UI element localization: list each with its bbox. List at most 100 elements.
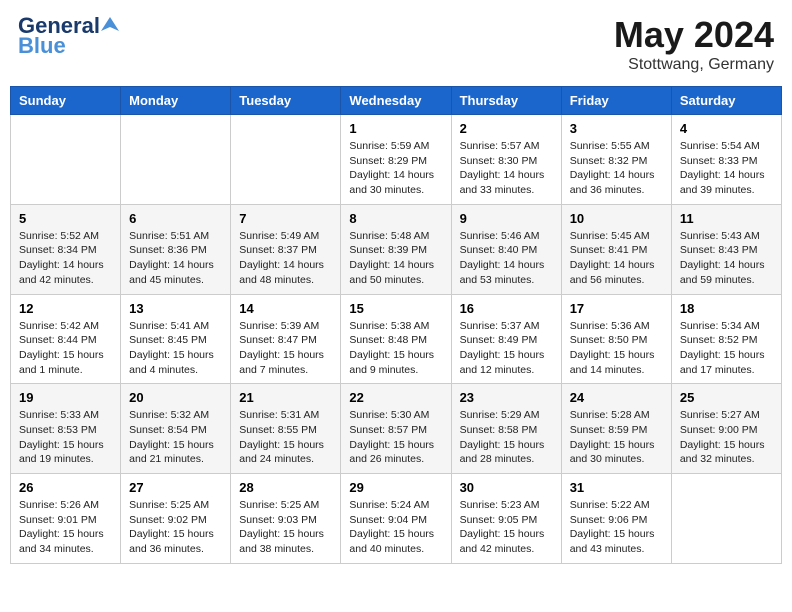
table-row: 7 Sunrise: 5:49 AM Sunset: 8:37 PM Daylig…	[231, 204, 341, 294]
table-row: 21Sunrise: 5:31 AM Sunset: 8:55 PM Dayli…	[231, 384, 341, 474]
table-row: 3 Sunrise: 5:55 AM Sunset: 8:32 PM Daylig…	[561, 115, 671, 205]
day-info: Sunrise: 5:26 AM Sunset: 9:01 PM Dayligh…	[19, 498, 112, 557]
title-block: May 2024 Stottwang, Germany	[614, 14, 774, 74]
day-number: 27	[129, 480, 222, 495]
day-number: 2	[460, 121, 553, 136]
table-row: 20 Sunrise: 5:32 AM Sunset: 8:54 PM Dayli…	[121, 384, 231, 474]
calendar-location: Stottwang, Germany	[614, 56, 774, 74]
day-number: 28	[239, 480, 332, 495]
day-info: Sunrise: 5:33 AM Sunset: 8:53 PM Dayligh…	[19, 408, 112, 467]
day-info: Sunrise: 5:29 AM Sunset: 8:58 PM Dayligh…	[460, 408, 553, 467]
table-row: 19 Sunrise: 5:33 AM Sunset: 8:53 PM Dayli…	[11, 384, 121, 474]
day-info: Sunrise: 5:55 AM Sunset: 8:32 PM Dayligh…	[570, 139, 663, 198]
day-number: 26	[19, 480, 112, 495]
table-row: 25Sunrise: 5:27 AM Sunset: 9:00 PM Dayli…	[671, 384, 781, 474]
calendar-week-row: 19 Sunrise: 5:33 AM Sunset: 8:53 PM Dayli…	[11, 384, 782, 474]
table-row: 2 Sunrise: 5:57 AM Sunset: 8:30 PM Daylig…	[451, 115, 561, 205]
table-row	[11, 115, 121, 205]
table-row: 22Sunrise: 5:30 AM Sunset: 8:57 PM Dayli…	[341, 384, 451, 474]
day-number: 13	[129, 301, 222, 316]
day-number: 3	[570, 121, 663, 136]
table-row: 17 Sunrise: 5:36 AM Sunset: 8:50 PM Dayli…	[561, 294, 671, 384]
table-row: 27Sunrise: 5:25 AM Sunset: 9:02 PM Dayli…	[121, 474, 231, 564]
day-info: Sunrise: 5:22 AM Sunset: 9:06 PM Dayligh…	[570, 498, 663, 557]
table-row: 28 Sunrise: 5:25 AM Sunset: 9:03 PM Dayli…	[231, 474, 341, 564]
day-number: 5	[19, 211, 112, 226]
day-info: Sunrise: 5:32 AM Sunset: 8:54 PM Dayligh…	[129, 408, 222, 467]
calendar-title: May 2024	[614, 14, 774, 56]
day-info: Sunrise: 5:38 AM Sunset: 8:48 PM Dayligh…	[349, 319, 442, 378]
day-number: 18	[680, 301, 773, 316]
header-saturday: Saturday	[671, 87, 781, 115]
day-number: 20	[129, 390, 222, 405]
table-row: 29 Sunrise: 5:24 AM Sunset: 9:04 PM Dayli…	[341, 474, 451, 564]
table-row	[671, 474, 781, 564]
day-info: Sunrise: 5:59 AM Sunset: 8:29 PM Dayligh…	[349, 139, 442, 198]
calendar-week-row: 12 Sunrise: 5:42 AM Sunset: 8:44 PM Dayli…	[11, 294, 782, 384]
table-row: 4Sunrise: 5:54 AM Sunset: 8:33 PM Daylig…	[671, 115, 781, 205]
header-thursday: Thursday	[451, 87, 561, 115]
table-row: 11 Sunrise: 5:43 AM Sunset: 8:43 PM Dayli…	[671, 204, 781, 294]
table-row: 18 Sunrise: 5:34 AM Sunset: 8:52 PM Dayli…	[671, 294, 781, 384]
day-number: 31	[570, 480, 663, 495]
table-row: 13 Sunrise: 5:41 AM Sunset: 8:45 PM Dayli…	[121, 294, 231, 384]
page-header: General Blue May 2024 Stottwang, Germany	[10, 10, 782, 78]
table-row: 16Sunrise: 5:37 AM Sunset: 8:49 PM Dayli…	[451, 294, 561, 384]
header-sunday: Sunday	[11, 87, 121, 115]
day-info: Sunrise: 5:48 AM Sunset: 8:39 PM Dayligh…	[349, 229, 442, 288]
day-info: Sunrise: 5:34 AM Sunset: 8:52 PM Dayligh…	[680, 319, 773, 378]
day-number: 24	[570, 390, 663, 405]
calendar-week-row: 26 Sunrise: 5:26 AM Sunset: 9:01 PM Dayli…	[11, 474, 782, 564]
table-row: 1 Sunrise: 5:59 AM Sunset: 8:29 PM Daylig…	[341, 115, 451, 205]
header-friday: Friday	[561, 87, 671, 115]
header-monday: Monday	[121, 87, 231, 115]
table-row: 26 Sunrise: 5:26 AM Sunset: 9:01 PM Dayli…	[11, 474, 121, 564]
table-row: 15Sunrise: 5:38 AM Sunset: 8:48 PM Dayli…	[341, 294, 451, 384]
table-row: 14Sunrise: 5:39 AM Sunset: 8:47 PM Dayli…	[231, 294, 341, 384]
calendar-week-row: 1 Sunrise: 5:59 AM Sunset: 8:29 PM Daylig…	[11, 115, 782, 205]
day-info: Sunrise: 5:42 AM Sunset: 8:44 PM Dayligh…	[19, 319, 112, 378]
day-info: Sunrise: 5:28 AM Sunset: 8:59 PM Dayligh…	[570, 408, 663, 467]
logo-text-blue: Blue	[18, 34, 66, 58]
day-number: 11	[680, 211, 773, 226]
day-number: 23	[460, 390, 553, 405]
calendar-week-row: 5 Sunrise: 5:52 AM Sunset: 8:34 PM Daylig…	[11, 204, 782, 294]
table-row	[121, 115, 231, 205]
logo-icon	[101, 15, 119, 33]
day-number: 29	[349, 480, 442, 495]
day-number: 17	[570, 301, 663, 316]
table-row: 5 Sunrise: 5:52 AM Sunset: 8:34 PM Daylig…	[11, 204, 121, 294]
day-info: Sunrise: 5:31 AM Sunset: 8:55 PM Dayligh…	[239, 408, 332, 467]
day-info: Sunrise: 5:51 AM Sunset: 8:36 PM Dayligh…	[129, 229, 222, 288]
day-info: Sunrise: 5:41 AM Sunset: 8:45 PM Dayligh…	[129, 319, 222, 378]
table-row: 31 Sunrise: 5:22 AM Sunset: 9:06 PM Dayli…	[561, 474, 671, 564]
calendar-table: Sunday Monday Tuesday Wednesday Thursday…	[10, 86, 782, 564]
day-info: Sunrise: 5:43 AM Sunset: 8:43 PM Dayligh…	[680, 229, 773, 288]
day-number: 1	[349, 121, 442, 136]
day-info: Sunrise: 5:57 AM Sunset: 8:30 PM Dayligh…	[460, 139, 553, 198]
day-info: Sunrise: 5:37 AM Sunset: 8:49 PM Dayligh…	[460, 319, 553, 378]
day-info: Sunrise: 5:36 AM Sunset: 8:50 PM Dayligh…	[570, 319, 663, 378]
day-info: Sunrise: 5:52 AM Sunset: 8:34 PM Dayligh…	[19, 229, 112, 288]
day-number: 22	[349, 390, 442, 405]
weekday-header-row: Sunday Monday Tuesday Wednesday Thursday…	[11, 87, 782, 115]
day-number: 25	[680, 390, 773, 405]
day-number: 30	[460, 480, 553, 495]
day-info: Sunrise: 5:45 AM Sunset: 8:41 PM Dayligh…	[570, 229, 663, 288]
day-info: Sunrise: 5:24 AM Sunset: 9:04 PM Dayligh…	[349, 498, 442, 557]
table-row: 10Sunrise: 5:45 AM Sunset: 8:41 PM Dayli…	[561, 204, 671, 294]
day-number: 19	[19, 390, 112, 405]
header-tuesday: Tuesday	[231, 87, 341, 115]
logo: General Blue	[18, 14, 119, 58]
day-number: 7	[239, 211, 332, 226]
day-number: 14	[239, 301, 332, 316]
day-number: 8	[349, 211, 442, 226]
day-info: Sunrise: 5:25 AM Sunset: 9:03 PM Dayligh…	[239, 498, 332, 557]
table-row	[231, 115, 341, 205]
day-number: 12	[19, 301, 112, 316]
day-number: 4	[680, 121, 773, 136]
table-row: 30Sunrise: 5:23 AM Sunset: 9:05 PM Dayli…	[451, 474, 561, 564]
header-wednesday: Wednesday	[341, 87, 451, 115]
day-info: Sunrise: 5:49 AM Sunset: 8:37 PM Dayligh…	[239, 229, 332, 288]
day-number: 9	[460, 211, 553, 226]
